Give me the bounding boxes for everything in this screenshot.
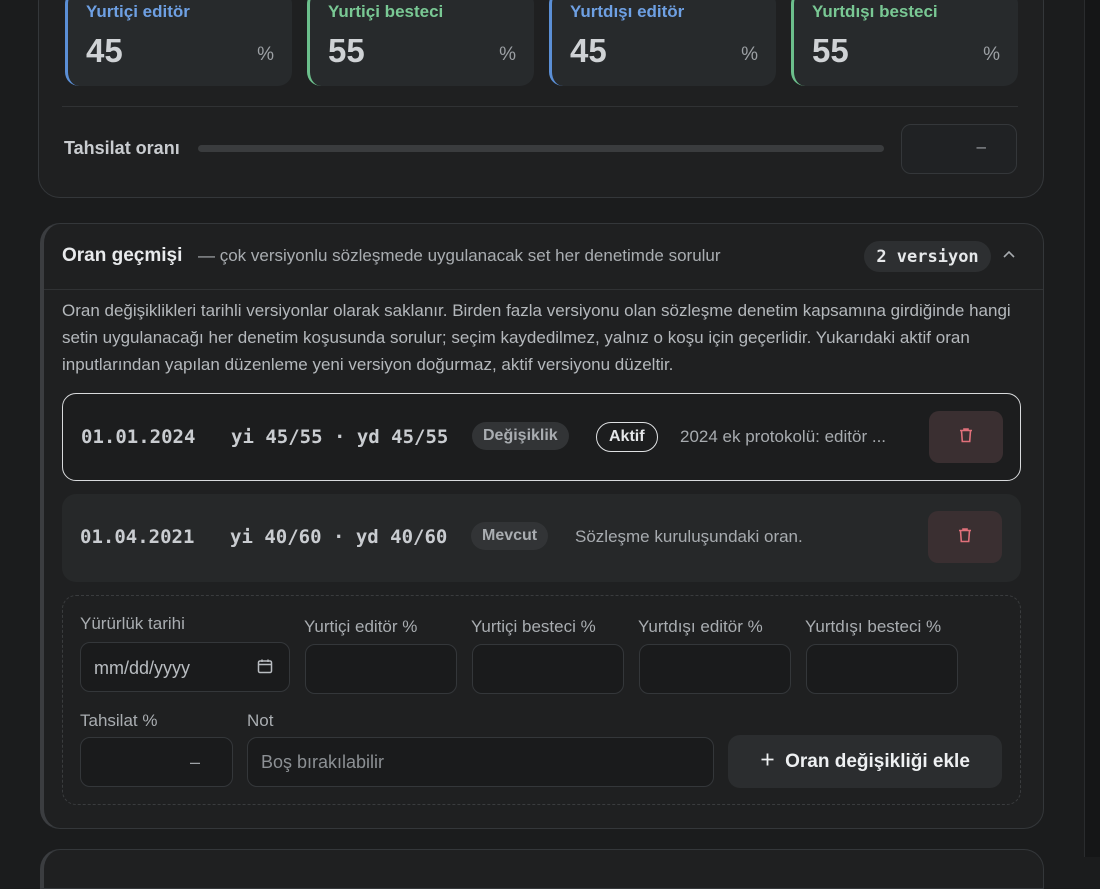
tahsilat-value: –: [976, 137, 986, 156]
ratio-label: Yurtdışı editör: [570, 2, 685, 21]
scrollbar-track[interactable]: [1084, 0, 1100, 857]
version-row[interactable]: 01.01.2024 yi 45/55 · yd 45/55 Değişikli…: [62, 393, 1021, 481]
ratio-label: Yurtdışı besteci: [812, 2, 938, 21]
ratio-label: Yurtiçi editör: [86, 2, 190, 21]
tahsilat-slider[interactable]: [198, 145, 884, 152]
divider: [62, 106, 1018, 107]
ratio-unit: %: [741, 44, 758, 65]
version-row[interactable]: 01.04.2021 yi 40/60 · yd 40/60 Mevcut Sö…: [62, 494, 1021, 582]
note-input[interactable]: Boş bırakılabilir: [247, 737, 714, 787]
version-ratios: yi 45/55 · yd 45/55: [231, 426, 449, 448]
yi-editor-label: Yurtiçi editör %: [304, 617, 418, 636]
ratio-yurtdisi-editor[interactable]: Yurtdışı editör 45 %: [549, 0, 776, 86]
tahsilat-label: Tahsilat oranı: [64, 138, 180, 158]
date-label: Yürürlük tarihi: [80, 614, 185, 633]
trash-icon: [959, 427, 973, 448]
ratio-value: 45: [570, 32, 607, 69]
version-type-badge: Değişiklik: [472, 422, 569, 450]
delete-version-button[interactable]: [928, 511, 1002, 563]
ratio-yurtdisi-besteci[interactable]: Yurtdışı besteci 55 %: [791, 0, 1018, 86]
ratio-value: 55: [328, 32, 365, 69]
chevron-up-icon[interactable]: [1002, 246, 1016, 264]
next-card: [40, 849, 1044, 889]
yi-besteci-label: Yurtiçi besteci %: [471, 617, 596, 636]
tahsilat-pct-input[interactable]: –: [80, 737, 233, 787]
note-placeholder: Boş bırakılabilir: [261, 752, 385, 772]
add-rate-change-button[interactable]: Oran değişikliği ekle: [728, 735, 1002, 788]
version-date: 01.01.2024: [81, 426, 196, 448]
tahsilat-input[interactable]: –: [901, 124, 1017, 174]
ratio-unit: %: [983, 44, 1000, 65]
tahsilat-pct-label: Tahsilat %: [80, 711, 158, 730]
delete-version-button[interactable]: [929, 411, 1003, 463]
yi-besteci-input[interactable]: [472, 644, 624, 694]
trash-icon: [958, 527, 972, 548]
ratio-yurtici-besteci[interactable]: Yurtiçi besteci 55 %: [307, 0, 534, 86]
version-count-badge: 2 versiyon: [864, 241, 991, 272]
version-date: 01.04.2021: [80, 526, 195, 548]
effective-date-input[interactable]: mm/dd/yyyy: [80, 642, 290, 692]
yd-besteci-label: Yurtdışı besteci %: [805, 617, 942, 636]
tahsilat-pct-value: –: [189, 752, 200, 772]
active-status-badge: Aktif: [596, 422, 658, 452]
ratio-unit: %: [499, 44, 516, 65]
ratio-value: 45: [86, 32, 123, 69]
ratio-label: Yurtiçi besteci: [328, 2, 444, 21]
note-label: Not: [247, 711, 274, 730]
add-button-label: Oran değişikliği ekle: [785, 750, 970, 772]
history-title: Oran geçmişi: [62, 245, 183, 266]
yi-editor-input[interactable]: [305, 644, 457, 694]
date-placeholder: mm/dd/yyyy: [94, 658, 191, 678]
history-description: Oran değişiklikleri tarihli versiyonlar …: [62, 301, 1011, 374]
yd-editor-input[interactable]: [639, 644, 791, 694]
history-subtitle: — çok versiyonlu sözleşmede uygulanacak …: [198, 246, 721, 265]
ratio-value: 55: [812, 32, 849, 69]
calendar-icon[interactable]: [257, 658, 273, 679]
version-note: 2024 ek protokolü: editör ...: [680, 427, 887, 446]
plus-icon: [760, 751, 775, 773]
ratio-yurtici-editor[interactable]: Yurtiçi editör 45 %: [65, 0, 292, 86]
version-type-badge: Mevcut: [471, 522, 549, 550]
yd-editor-label: Yurtdışı editör %: [638, 617, 763, 636]
version-ratios: yi 40/60 · yd 40/60: [230, 526, 448, 548]
version-note: Sözleşme kuruluşundaki oran.: [575, 527, 803, 546]
yd-besteci-input[interactable]: [806, 644, 958, 694]
divider: [44, 289, 1043, 290]
ratio-unit: %: [257, 44, 274, 65]
